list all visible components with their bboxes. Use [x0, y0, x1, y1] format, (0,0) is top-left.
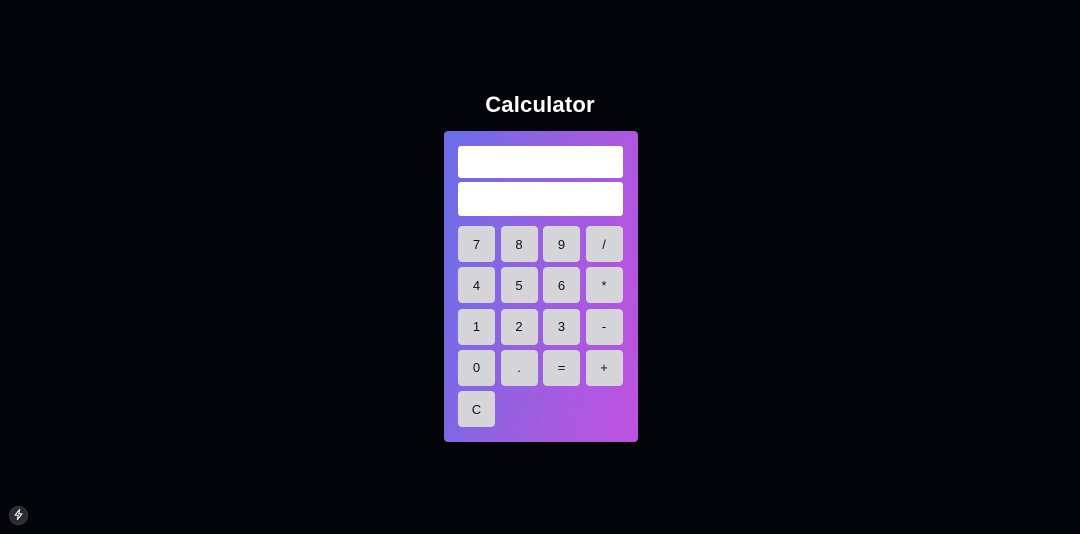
- result-display[interactable]: [458, 182, 623, 216]
- key-6[interactable]: 6: [543, 267, 580, 304]
- key-1[interactable]: 1: [458, 308, 495, 345]
- dev-tools-badge[interactable]: [9, 506, 28, 525]
- key-subtract[interactable]: -: [585, 308, 623, 345]
- key-decimal[interactable]: .: [500, 349, 538, 386]
- key-0[interactable]: 0: [458, 349, 495, 386]
- expression-display[interactable]: [458, 146, 623, 178]
- calculator-panel: 7 8 9/ 4 5 6 * 1 2 3- 0. = + C: [444, 131, 638, 442]
- key-add[interactable]: +: [585, 349, 623, 386]
- key-4[interactable]: 4: [458, 267, 495, 304]
- page: Calculator 7 8 9/ 4 5 6 * 1 2 3- 0. = + C: [0, 0, 1080, 534]
- key-2[interactable]: 2: [500, 308, 538, 345]
- key-8[interactable]: 8: [500, 226, 538, 262]
- key-multiply[interactable]: *: [585, 267, 623, 304]
- lightning-bolt-icon: [14, 507, 23, 525]
- key-clear[interactable]: C: [458, 391, 495, 428]
- key-3[interactable]: 3: [543, 308, 580, 345]
- key-5[interactable]: 5: [500, 267, 538, 304]
- key-9[interactable]: 9: [543, 226, 580, 262]
- key-7[interactable]: 7: [458, 226, 495, 262]
- keypad: 7 8 9/ 4 5 6 * 1 2 3- 0. = + C: [458, 226, 623, 428]
- page-title: Calculator: [485, 92, 595, 117]
- key-divide[interactable]: /: [585, 226, 623, 262]
- key-equals[interactable]: =: [543, 349, 580, 386]
